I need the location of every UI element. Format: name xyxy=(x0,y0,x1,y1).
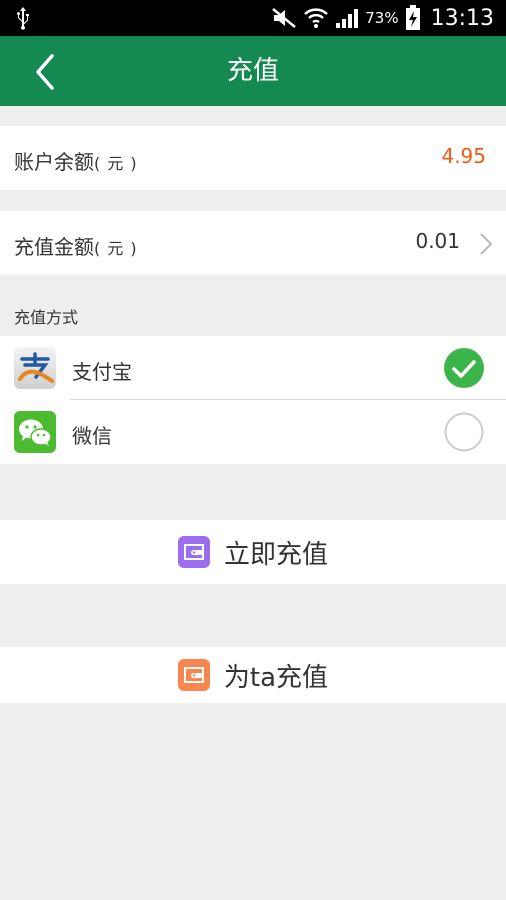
balance-label-text: 账户余额 xyxy=(14,150,94,174)
usb-icon xyxy=(17,7,29,30)
wechat-logo-icon xyxy=(14,411,56,453)
payment-option-wechat[interactable]: 微信 xyxy=(0,400,506,464)
clock: 13:13 xyxy=(430,5,494,31)
alipay-name: 支付宝 xyxy=(72,360,132,384)
recharge-now-button[interactable]: 立即充值 xyxy=(0,520,506,584)
payment-section-title: 充值方式 xyxy=(14,308,79,327)
signal-icon xyxy=(336,9,359,28)
payment-option-alipay[interactable]: 支付宝 xyxy=(0,336,506,400)
balance-row: 账户余额( 元 ) 4.95 xyxy=(0,126,506,190)
wifi-icon xyxy=(304,8,329,28)
payment-method-list: 支付宝 微信 xyxy=(0,336,506,464)
amount-label-text: 充值金额 xyxy=(14,235,94,259)
wechat-name: 微信 xyxy=(72,424,112,448)
amount-unit: ( 元 ) xyxy=(94,239,138,258)
amount-row[interactable]: 充值金额( 元 ) 0.01 xyxy=(0,211,506,275)
back-arrow-icon[interactable] xyxy=(28,52,68,92)
status-bar: 73% 13:13 xyxy=(0,0,506,36)
recharge-for-ta-label: 为ta充值 xyxy=(223,662,329,693)
wallet-icon xyxy=(177,659,210,691)
amount-value: 0.01 xyxy=(415,229,460,253)
app-bar: 充值 xyxy=(0,36,506,106)
balance-label: 账户余额( 元 ) xyxy=(14,146,138,175)
selected-check-icon[interactable] xyxy=(444,348,484,388)
page-title: 充值 xyxy=(226,56,279,86)
balance-value: 4.95 xyxy=(441,144,486,168)
recharge-for-ta-content: 为ta充值 xyxy=(0,647,506,703)
alipay-logo-icon xyxy=(14,347,56,389)
mute-icon xyxy=(272,8,297,28)
recharge-for-ta-button[interactable]: 为ta充值 xyxy=(0,647,506,703)
amount-label: 充值金额( 元 ) xyxy=(14,231,138,260)
recharge-now-label: 立即充值 xyxy=(223,539,328,570)
battery-charging-icon xyxy=(405,5,420,30)
chevron-right-icon xyxy=(480,233,493,255)
recharge-now-content: 立即充值 xyxy=(0,520,506,584)
wallet-icon xyxy=(177,536,210,568)
unselected-radio-icon[interactable] xyxy=(444,412,484,452)
battery-percent: 73% xyxy=(365,9,399,27)
balance-unit: ( 元 ) xyxy=(94,154,138,173)
